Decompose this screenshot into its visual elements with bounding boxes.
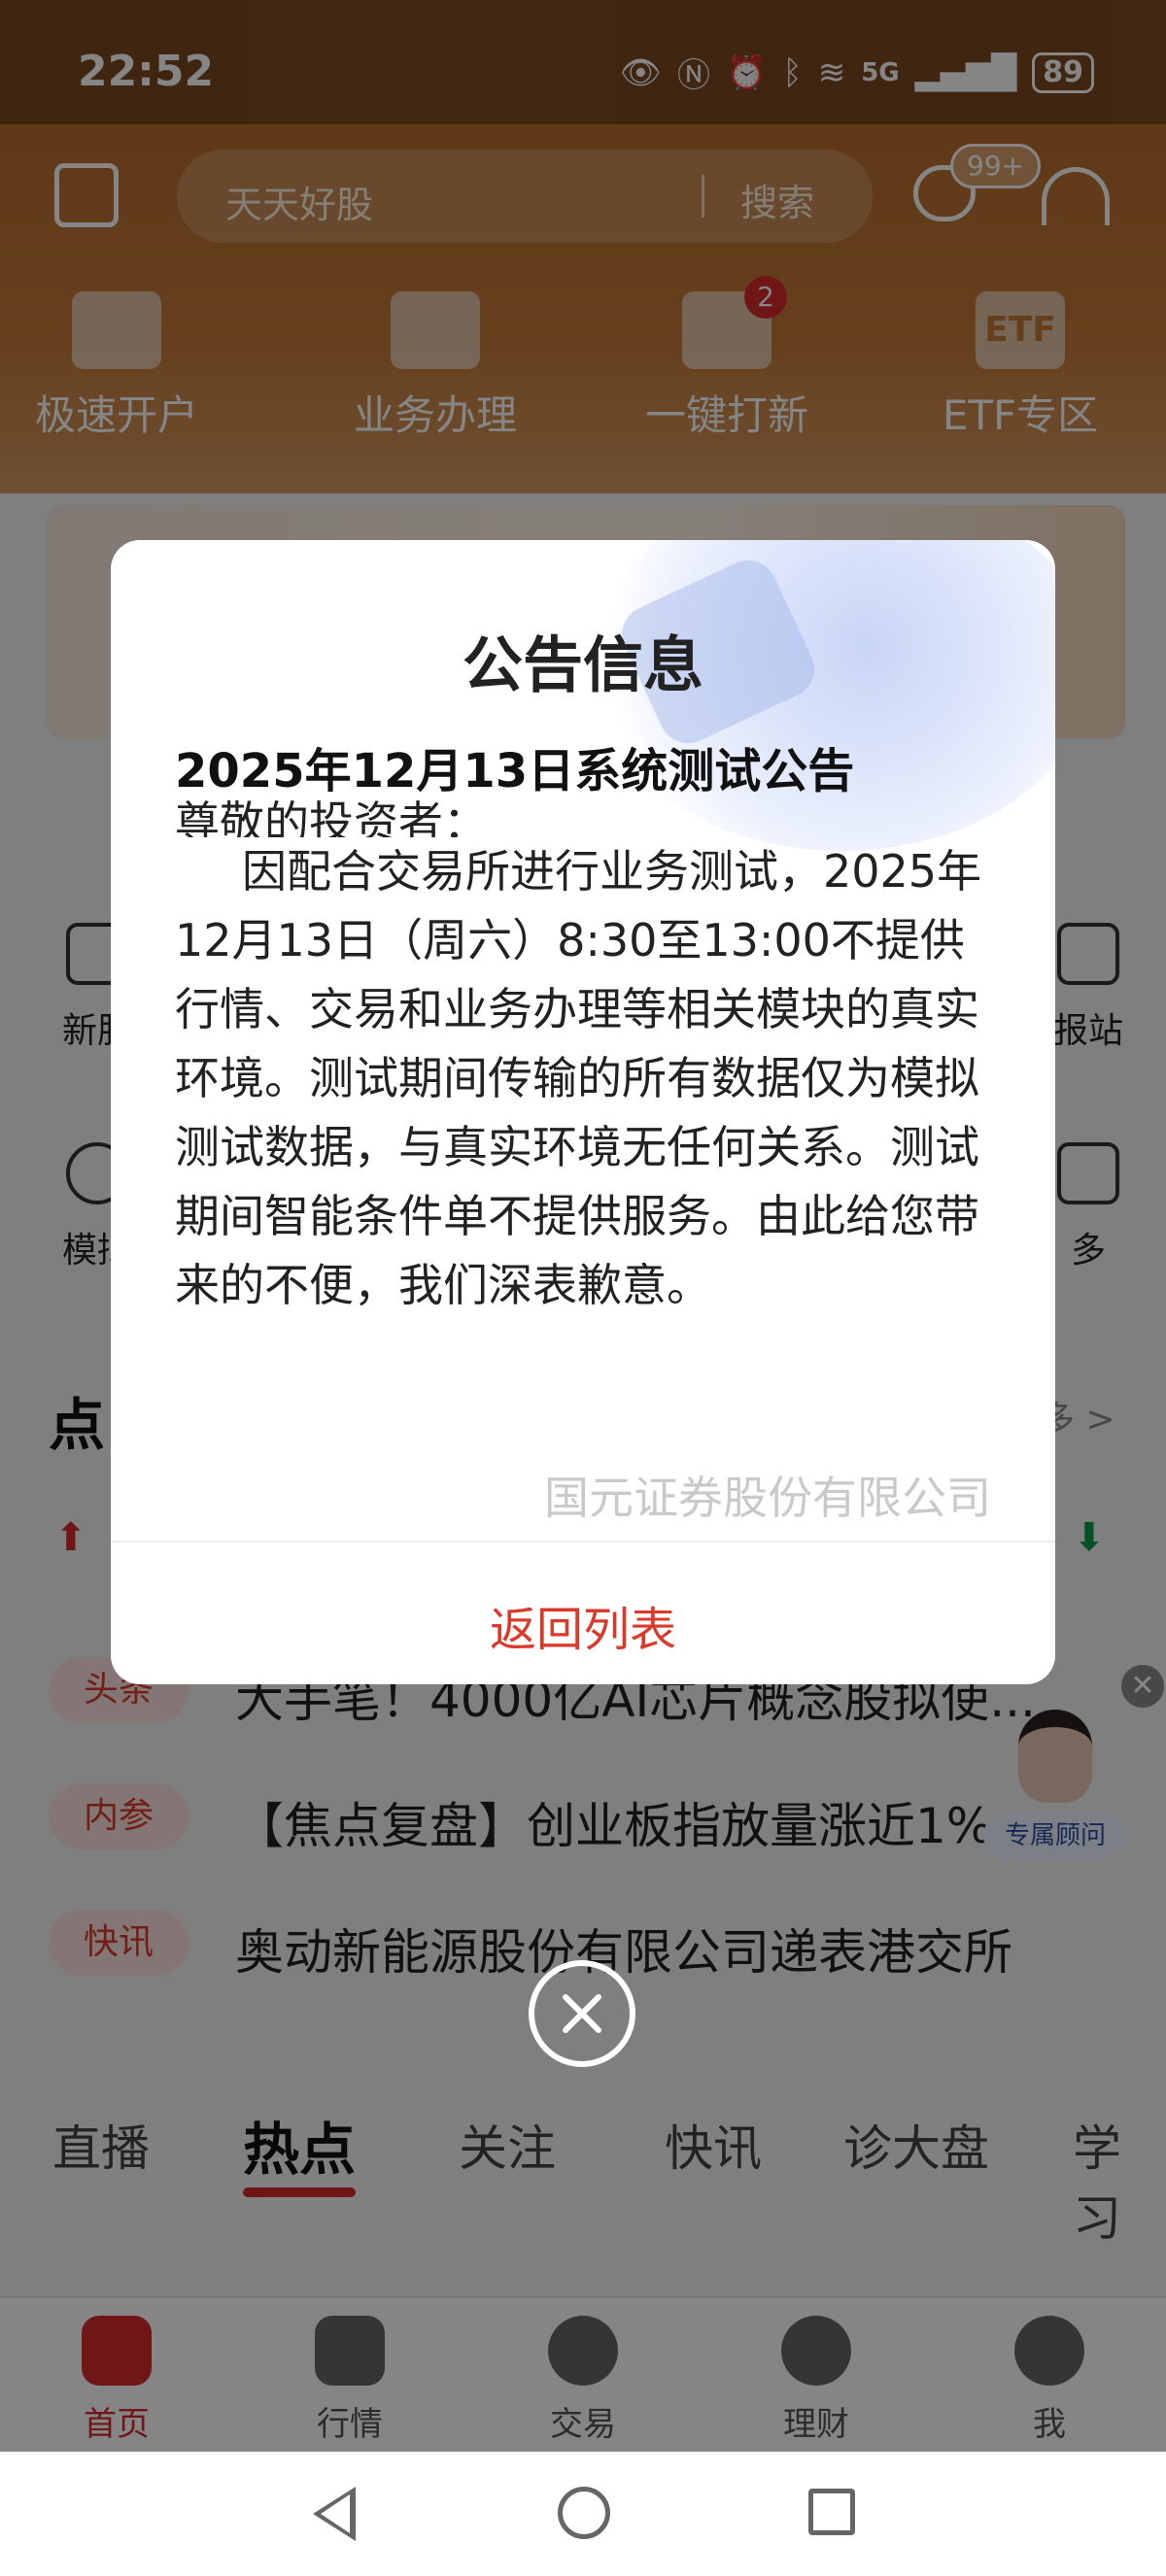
announcement-greeting: 尊敬的投资者： [175, 797, 488, 837]
return-list-button[interactable]: 返回列表 [111, 1591, 1055, 1659]
close-dialog-icon[interactable] [529, 1960, 635, 2067]
announcement-dialog: 公告信息 2025年12月13日系统测试公告 尊敬的投资者： 因配合交易所进行业… [111, 540, 1055, 1684]
announcement-signature: 国元证券股份有限公司 [544, 1472, 991, 1524]
scroll-fade [111, 1346, 1055, 1463]
announcement-text: 因配合交易所进行业务测试，2025年12月13日（周六）8:30至13:00不提… [175, 845, 982, 1311]
dialog-divider [111, 1541, 1055, 1542]
back-icon[interactable] [313, 2487, 356, 2541]
home-circle-icon[interactable] [558, 2487, 610, 2539]
recent-apps-icon[interactable] [808, 2489, 855, 2535]
announcement-body[interactable]: 尊敬的投资者： 因配合交易所进行业务测试，2025年12月13日（周六）8:30… [175, 797, 1001, 1320]
dialog-title: 公告信息 [462, 629, 703, 700]
system-nav-bar [0, 2452, 1166, 2576]
